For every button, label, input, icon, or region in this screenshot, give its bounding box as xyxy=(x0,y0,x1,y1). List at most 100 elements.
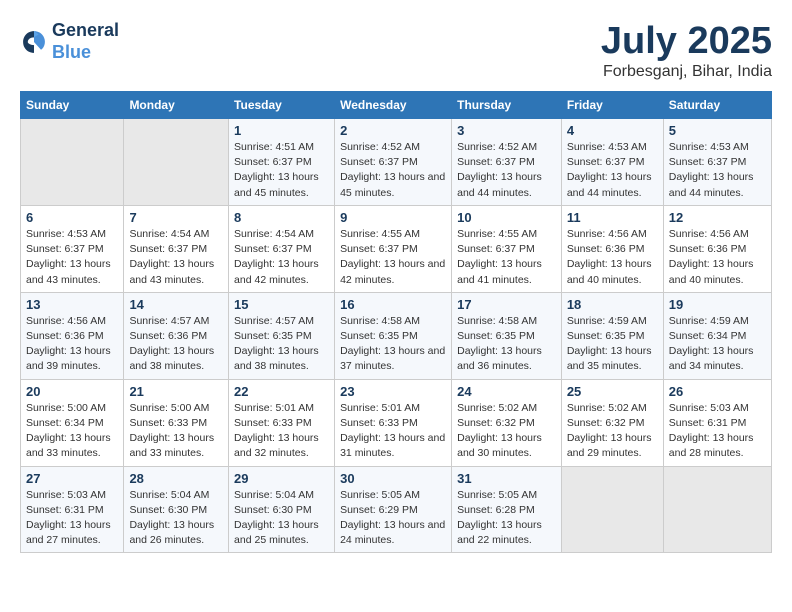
calendar-cell: 17Sunrise: 4:58 AM Sunset: 6:35 PM Dayli… xyxy=(452,292,562,379)
main-title: July 2025 xyxy=(601,20,772,63)
calendar-cell: 24 Sunrise: 5:02 AM Sunset: 6:32 PM Dayli… xyxy=(452,379,562,466)
day-number: 29 xyxy=(234,471,329,486)
day-number: 2 xyxy=(340,123,446,138)
day-detail: Sunrise: 5:01 AM Sunset: 6:33 PM Dayligh… xyxy=(234,401,329,462)
header-sunday: Sunday xyxy=(21,92,124,119)
day-number: 31 xyxy=(457,471,556,486)
header-friday: Friday xyxy=(561,92,663,119)
title-block: July 2025 Forbesganj, Bihar, India xyxy=(601,20,772,81)
header-thursday: Thursday xyxy=(452,92,562,119)
calendar-cell: 21Sunrise: 5:00 AM Sunset: 6:33 PM Dayli… xyxy=(124,379,229,466)
day-number: 3 xyxy=(457,123,556,138)
day-detail: Sunrise: 5:00 AM Sunset: 6:34 PM Dayligh… xyxy=(26,401,118,462)
calendar-cell: 10 Sunrise: 4:55 AM Sunset: 6:37 PM Dayli… xyxy=(452,205,562,292)
calendar-cell: 1 Sunrise: 4:51 AM Sunset: 6:37 PM Daylig… xyxy=(229,119,335,206)
calendar-cell: 11 Sunrise: 4:56 AM Sunset: 6:36 PM Dayli… xyxy=(561,205,663,292)
day-detail: Sunrise: 4:59 AM Sunset: 6:34 PM Dayligh… xyxy=(669,314,766,375)
calendar-cell: 14Sunrise: 4:57 AM Sunset: 6:36 PM Dayli… xyxy=(124,292,229,379)
header-wednesday: Wednesday xyxy=(335,92,452,119)
day-detail: Sunrise: 4:55 AM Sunset: 6:37 PM Dayligh… xyxy=(457,227,556,288)
calendar-week-row: 27 Sunrise: 5:03 AM Sunset: 6:31 PM Dayli… xyxy=(21,466,772,553)
calendar-cell: 30 Sunrise: 5:05 AM Sunset: 6:29 PM Dayli… xyxy=(335,466,452,553)
day-number: 18 xyxy=(567,297,658,312)
day-number: 21 xyxy=(129,384,223,399)
day-number: 26 xyxy=(669,384,766,399)
calendar-week-row: 13 Sunrise: 4:56 AM Sunset: 6:36 PM Dayli… xyxy=(21,292,772,379)
day-number: 11 xyxy=(567,210,658,225)
calendar-cell: 13 Sunrise: 4:56 AM Sunset: 6:36 PM Dayli… xyxy=(21,292,124,379)
day-number: 15 xyxy=(234,297,329,312)
day-detail: Sunrise: 4:53 AM Sunset: 6:37 PM Dayligh… xyxy=(26,227,118,288)
calendar-table: SundayMondayTuesdayWednesdayThursdayFrid… xyxy=(20,91,772,553)
day-number: 23 xyxy=(340,384,446,399)
day-number: 16 xyxy=(340,297,446,312)
day-detail: Sunrise: 4:52 AM Sunset: 6:37 PM Dayligh… xyxy=(457,140,556,201)
day-number: 13 xyxy=(26,297,118,312)
calendar-cell: 19 Sunrise: 4:59 AM Sunset: 6:34 PM Dayli… xyxy=(663,292,771,379)
calendar-cell xyxy=(21,119,124,206)
header-tuesday: Tuesday xyxy=(229,92,335,119)
day-detail: Sunrise: 5:02 AM Sunset: 6:32 PM Dayligh… xyxy=(567,401,658,462)
calendar-week-row: 20 Sunrise: 5:00 AM Sunset: 6:34 PM Dayli… xyxy=(21,379,772,466)
day-number: 19 xyxy=(669,297,766,312)
day-detail: Sunrise: 4:55 AM Sunset: 6:37 PM Dayligh… xyxy=(340,227,446,288)
calendar-cell xyxy=(561,466,663,553)
calendar-cell: 8 Sunrise: 4:54 AM Sunset: 6:37 PM Daylig… xyxy=(229,205,335,292)
calendar-cell: 6 Sunrise: 4:53 AM Sunset: 6:37 PM Daylig… xyxy=(21,205,124,292)
day-number: 28 xyxy=(129,471,223,486)
calendar-cell: 15 Sunrise: 4:57 AM Sunset: 6:35 PM Dayli… xyxy=(229,292,335,379)
day-number: 12 xyxy=(669,210,766,225)
calendar-cell: 5 Sunrise: 4:53 AM Sunset: 6:37 PM Daylig… xyxy=(663,119,771,206)
day-number: 8 xyxy=(234,210,329,225)
day-number: 30 xyxy=(340,471,446,486)
day-detail: Sunrise: 5:04 AM Sunset: 6:30 PM Dayligh… xyxy=(234,488,329,549)
calendar-week-row: 1 Sunrise: 4:51 AM Sunset: 6:37 PM Daylig… xyxy=(21,119,772,206)
header-monday: Monday xyxy=(124,92,229,119)
day-detail: Sunrise: 4:56 AM Sunset: 6:36 PM Dayligh… xyxy=(567,227,658,288)
calendar-cell: 18Sunrise: 4:59 AM Sunset: 6:35 PM Dayli… xyxy=(561,292,663,379)
calendar-cell: 12 Sunrise: 4:56 AM Sunset: 6:36 PM Dayli… xyxy=(663,205,771,292)
day-detail: Sunrise: 4:57 AM Sunset: 6:35 PM Dayligh… xyxy=(234,314,329,375)
calendar-cell: 20 Sunrise: 5:00 AM Sunset: 6:34 PM Dayli… xyxy=(21,379,124,466)
day-detail: Sunrise: 5:05 AM Sunset: 6:29 PM Dayligh… xyxy=(340,488,446,549)
calendar-cell: 4Sunrise: 4:53 AM Sunset: 6:37 PM Daylig… xyxy=(561,119,663,206)
day-number: 10 xyxy=(457,210,556,225)
calendar-cell: 7 Sunrise: 4:54 AM Sunset: 6:37 PM Daylig… xyxy=(124,205,229,292)
day-detail: Sunrise: 5:03 AM Sunset: 6:31 PM Dayligh… xyxy=(26,488,118,549)
day-number: 1 xyxy=(234,123,329,138)
day-detail: Sunrise: 4:53 AM Sunset: 6:37 PM Dayligh… xyxy=(669,140,766,201)
day-detail: Sunrise: 4:52 AM Sunset: 6:37 PM Dayligh… xyxy=(340,140,446,201)
calendar-cell: 28Sunrise: 5:04 AM Sunset: 6:30 PM Dayli… xyxy=(124,466,229,553)
day-detail: Sunrise: 4:51 AM Sunset: 6:37 PM Dayligh… xyxy=(234,140,329,201)
calendar-cell: 9Sunrise: 4:55 AM Sunset: 6:37 PM Daylig… xyxy=(335,205,452,292)
day-detail: Sunrise: 5:03 AM Sunset: 6:31 PM Dayligh… xyxy=(669,401,766,462)
day-detail: Sunrise: 4:57 AM Sunset: 6:36 PM Dayligh… xyxy=(129,314,223,375)
day-detail: Sunrise: 4:54 AM Sunset: 6:37 PM Dayligh… xyxy=(129,227,223,288)
page-header: General Blue July 2025 Forbesganj, Bihar… xyxy=(20,20,772,81)
calendar-cell: 29 Sunrise: 5:04 AM Sunset: 6:30 PM Dayli… xyxy=(229,466,335,553)
day-number: 25 xyxy=(567,384,658,399)
day-detail: Sunrise: 4:56 AM Sunset: 6:36 PM Dayligh… xyxy=(669,227,766,288)
calendar-header-row: SundayMondayTuesdayWednesdayThursdayFrid… xyxy=(21,92,772,119)
day-number: 5 xyxy=(669,123,766,138)
day-detail: Sunrise: 5:01 AM Sunset: 6:33 PM Dayligh… xyxy=(340,401,446,462)
calendar-cell: 2 Sunrise: 4:52 AM Sunset: 6:37 PM Daylig… xyxy=(335,119,452,206)
day-detail: Sunrise: 4:53 AM Sunset: 6:37 PM Dayligh… xyxy=(567,140,658,201)
header-saturday: Saturday xyxy=(663,92,771,119)
logo: General Blue xyxy=(20,20,119,63)
calendar-cell xyxy=(124,119,229,206)
day-detail: Sunrise: 4:56 AM Sunset: 6:36 PM Dayligh… xyxy=(26,314,118,375)
day-number: 27 xyxy=(26,471,118,486)
calendar-week-row: 6 Sunrise: 4:53 AM Sunset: 6:37 PM Daylig… xyxy=(21,205,772,292)
logo-icon xyxy=(20,28,48,56)
day-number: 22 xyxy=(234,384,329,399)
day-number: 20 xyxy=(26,384,118,399)
calendar-cell: 3 Sunrise: 4:52 AM Sunset: 6:37 PM Daylig… xyxy=(452,119,562,206)
calendar-cell: 16 Sunrise: 4:58 AM Sunset: 6:35 PM Dayli… xyxy=(335,292,452,379)
day-number: 6 xyxy=(26,210,118,225)
day-number: 7 xyxy=(129,210,223,225)
day-detail: Sunrise: 5:02 AM Sunset: 6:32 PM Dayligh… xyxy=(457,401,556,462)
day-detail: Sunrise: 4:54 AM Sunset: 6:37 PM Dayligh… xyxy=(234,227,329,288)
day-detail: Sunrise: 4:58 AM Sunset: 6:35 PM Dayligh… xyxy=(340,314,446,375)
day-number: 24 xyxy=(457,384,556,399)
